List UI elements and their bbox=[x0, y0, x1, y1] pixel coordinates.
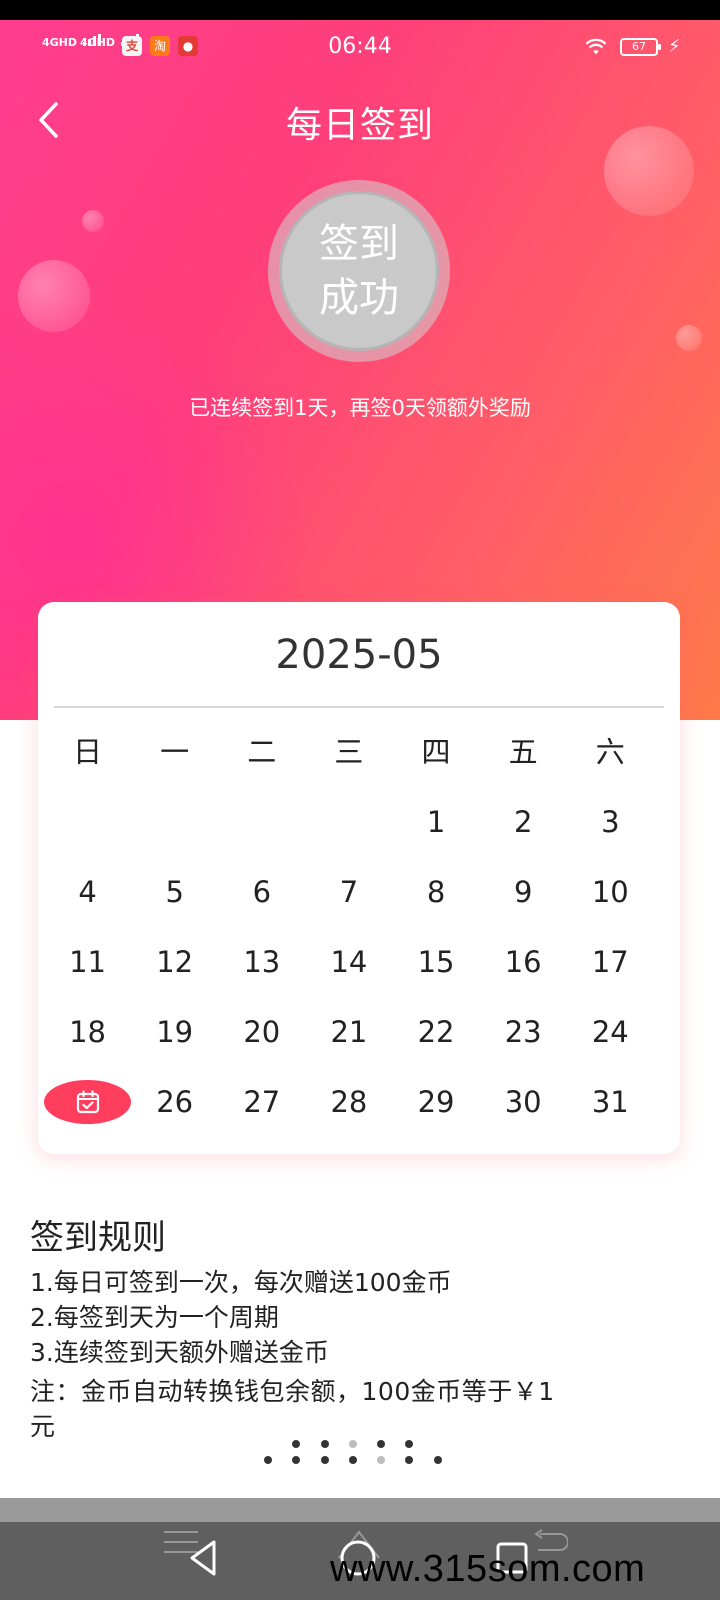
rule-item: 2.每签到天为一个周期 bbox=[30, 1303, 279, 1332]
calendar-day: 27 bbox=[243, 1085, 281, 1119]
loading-dot bbox=[264, 1456, 272, 1464]
calendar-day: 2 bbox=[513, 805, 533, 839]
loading-dot bbox=[321, 1456, 329, 1464]
rules-note-line: 元 bbox=[30, 1412, 56, 1441]
calendar-day: 22 bbox=[417, 1015, 455, 1049]
battery-icon: 67 bbox=[620, 38, 661, 56]
calendar-day: 11 bbox=[69, 945, 107, 979]
weekday-header: 日 一 二 三 四 五 六 bbox=[44, 730, 654, 774]
calendar-day: 19 bbox=[156, 1015, 194, 1049]
calendar-day: 28 bbox=[330, 1085, 368, 1119]
calendar-day: 20 bbox=[243, 1015, 281, 1049]
calendar-week-row: 11 12 13 14 15 16 17 bbox=[44, 940, 654, 984]
back-nav-button[interactable] bbox=[186, 1538, 220, 1578]
rule-item: 3.连续签到天额外赠送金币 bbox=[30, 1338, 329, 1367]
charging-icon: ⚡ bbox=[668, 36, 681, 57]
weekday-label: 六 bbox=[595, 735, 625, 769]
wifi-icon bbox=[585, 38, 607, 55]
rules-note-line: 注：金币自动转换钱包余额，100金币等于￥1 bbox=[30, 1377, 555, 1406]
calendar-week-row: 26 27 28 29 30 31 bbox=[44, 1080, 654, 1124]
calendar-day: 16 bbox=[504, 945, 542, 979]
loading-dot bbox=[349, 1456, 357, 1464]
calendar-day: 10 bbox=[591, 875, 629, 909]
calendar-month: 2025-05 bbox=[275, 632, 443, 678]
calendar-day: 17 bbox=[591, 945, 629, 979]
loading-dot bbox=[292, 1456, 300, 1464]
calendar-day: 30 bbox=[504, 1085, 542, 1119]
calendar-day: 6 bbox=[252, 875, 272, 909]
decor-bubble bbox=[82, 210, 104, 232]
calendar-day-empty bbox=[218, 800, 305, 844]
calendar-week-row: 1 2 3 bbox=[44, 800, 654, 844]
calendar-day: 1 bbox=[426, 805, 446, 839]
calendar-day: 24 bbox=[591, 1015, 629, 1049]
calendar-day: 9 bbox=[513, 875, 533, 909]
signin-status-button[interactable]: 签到 成功 bbox=[268, 180, 450, 362]
signin-status-line1: 签到 bbox=[319, 221, 399, 267]
calendar-day: 21 bbox=[330, 1015, 368, 1049]
calendar-week-row: 4 5 6 7 8 9 10 bbox=[44, 870, 654, 914]
battery-level: 67 bbox=[632, 40, 646, 53]
status-bar: 4GHD 4GHD 支 淘 ● 06:44 67 ⚡ bbox=[0, 20, 720, 76]
calendar-week-row: 18 19 20 21 22 23 24 bbox=[44, 1010, 654, 1054]
calendar-day: 3 bbox=[601, 805, 620, 839]
loading-dot bbox=[349, 1440, 357, 1448]
calendar-day: 15 bbox=[417, 945, 455, 979]
loading-dot bbox=[377, 1440, 385, 1448]
watermark: www.315som.com bbox=[330, 1548, 646, 1590]
calendar-check-icon bbox=[76, 1090, 99, 1114]
weekday-label: 一 bbox=[160, 735, 190, 769]
calendar-day-empty bbox=[44, 800, 131, 844]
calendar-card: 2025-05 日 一 二 三 四 五 六 1 2 3 4 5 6 7 8 9 … bbox=[38, 602, 680, 1154]
signin-status-inner: 签到 成功 bbox=[279, 191, 439, 351]
calendar-day: 31 bbox=[591, 1085, 629, 1119]
rules-note: 注：金币自动转换钱包余额，100金币等于￥1 元 bbox=[30, 1374, 690, 1444]
page-title: 每日签到 bbox=[285, 105, 434, 146]
signin-rules: 签到规则 1.每日可签到一次，每次赠送100金币 2.每签到天为一个周期 3.连… bbox=[30, 1210, 690, 1444]
calendar-day: 18 bbox=[69, 1015, 107, 1049]
rules-title: 签到规则 bbox=[30, 1218, 166, 1258]
header-bar: 每日签到 bbox=[0, 80, 720, 160]
calendar-day: 29 bbox=[417, 1085, 455, 1119]
decor-bubble bbox=[18, 260, 90, 332]
weekday-label: 三 bbox=[334, 735, 364, 769]
calendar-day-today[interactable] bbox=[44, 1080, 132, 1124]
weekday-label: 二 bbox=[247, 735, 277, 769]
calendar-day-empty bbox=[305, 800, 392, 844]
signin-status-line2: 成功 bbox=[319, 275, 399, 321]
loading-dot bbox=[377, 1456, 385, 1464]
loading-dot bbox=[292, 1440, 300, 1448]
decor-bubble bbox=[676, 325, 702, 351]
calendar-divider bbox=[54, 706, 664, 708]
calendar-day: 26 bbox=[156, 1085, 194, 1119]
calendar-day: 23 bbox=[504, 1015, 542, 1049]
loading-dot bbox=[405, 1456, 413, 1464]
weekday-label: 四 bbox=[421, 735, 451, 769]
bottom-grey-band bbox=[0, 1498, 720, 1522]
calendar-day-empty bbox=[131, 800, 218, 844]
calendar-day: 12 bbox=[156, 945, 194, 979]
weekday-label: 五 bbox=[508, 735, 538, 769]
loading-dot bbox=[321, 1440, 329, 1448]
streak-text: 已连续签到1天，再签0天领额外奖励 bbox=[189, 396, 531, 420]
calendar-day: 14 bbox=[330, 945, 368, 979]
clock: 06:44 bbox=[328, 34, 392, 59]
today-badge bbox=[44, 1080, 132, 1124]
weekday-label: 日 bbox=[73, 735, 103, 769]
calendar-day: 7 bbox=[339, 875, 359, 909]
calendar-day: 5 bbox=[165, 875, 184, 909]
calendar-day: 8 bbox=[426, 875, 446, 909]
top-black-bar bbox=[0, 0, 720, 20]
rule-item: 1.每日可签到一次，每次赠送100金币 bbox=[30, 1268, 452, 1297]
calendar-day: 13 bbox=[243, 945, 281, 979]
loading-dot bbox=[405, 1440, 413, 1448]
loading-dot bbox=[434, 1456, 442, 1464]
calendar-day: 4 bbox=[78, 875, 97, 909]
